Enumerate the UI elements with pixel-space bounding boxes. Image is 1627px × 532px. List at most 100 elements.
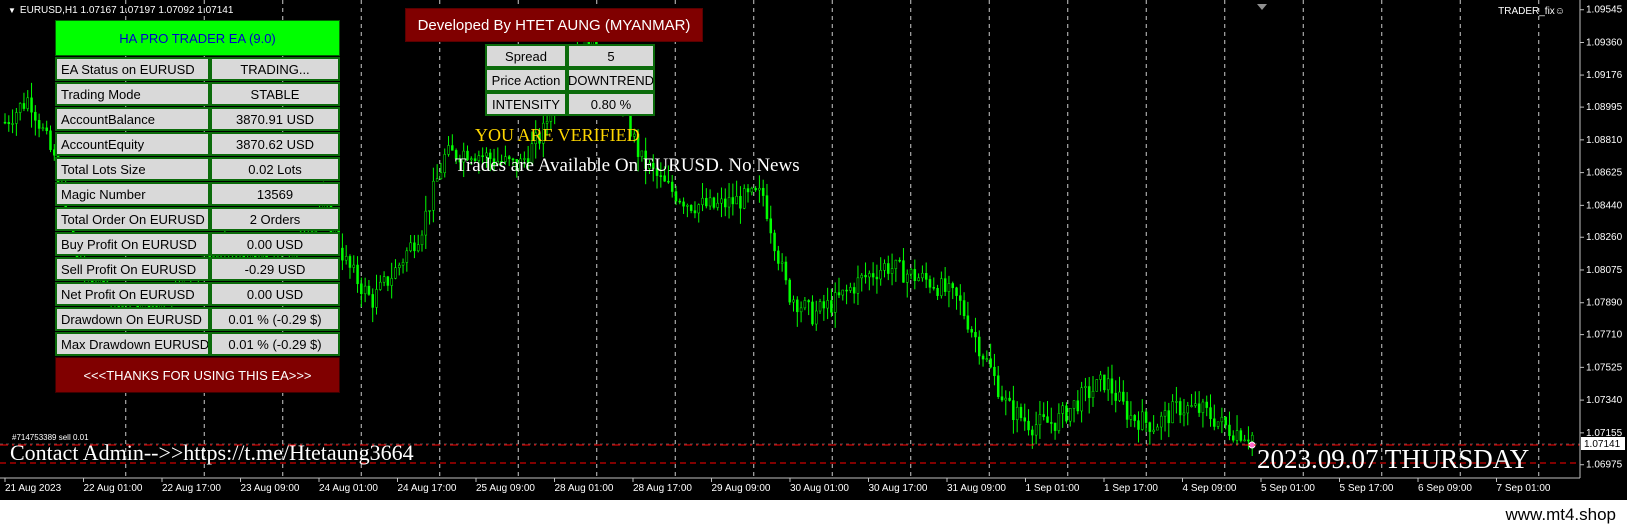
candle-body bbox=[1216, 421, 1220, 427]
candle-body bbox=[667, 180, 670, 183]
candle-body bbox=[1053, 422, 1057, 431]
candle-body bbox=[974, 331, 977, 338]
trader-fix-label: TRADER_fix☺ bbox=[1498, 6, 1565, 17]
x-tick-label: 7 Sep 01:00 bbox=[1497, 483, 1551, 494]
candle-body bbox=[845, 289, 848, 292]
candle-body bbox=[894, 259, 898, 269]
candle-body bbox=[363, 285, 367, 295]
ea-row-value: 0.01 % (-0.29 $) bbox=[210, 332, 340, 356]
y-tick-label: 1.07890 bbox=[1586, 298, 1623, 309]
spread-row: INTENSITY 0.80 % bbox=[485, 92, 655, 116]
spread-row-value: 5 bbox=[567, 44, 655, 68]
candle-body bbox=[841, 289, 845, 296]
candle-body bbox=[1110, 378, 1114, 394]
candle-body bbox=[1061, 405, 1064, 414]
candle-body bbox=[401, 262, 405, 266]
candle-body bbox=[1178, 401, 1182, 416]
candle-body bbox=[966, 315, 970, 330]
candle-body bbox=[1197, 403, 1201, 413]
x-tick-label: 29 Aug 09:00 bbox=[712, 483, 771, 494]
candle-body bbox=[1194, 403, 1197, 406]
candle-body bbox=[1080, 387, 1083, 412]
candle-body bbox=[940, 278, 943, 296]
candle-body bbox=[1167, 410, 1171, 424]
ea-row: Sell Profit On EURUSD -0.29 USD bbox=[55, 257, 340, 281]
ea-row-value: 0.00 USD bbox=[210, 232, 340, 256]
candle-body bbox=[356, 264, 359, 285]
candle-body bbox=[678, 200, 682, 203]
candle-body bbox=[818, 301, 822, 312]
x-tick-label: 22 Aug 01:00 bbox=[84, 483, 143, 494]
candle-body bbox=[420, 234, 424, 245]
ea-row-label: Magic Number bbox=[55, 182, 210, 206]
candle-body bbox=[1235, 430, 1239, 441]
candle-body bbox=[959, 295, 962, 301]
candle-body bbox=[716, 202, 719, 208]
candle-body bbox=[34, 111, 37, 121]
ea-row: Drawdown On EURUSD 0.01 % (-0.29 $) bbox=[55, 307, 340, 331]
y-tick-label: 1.09360 bbox=[1586, 37, 1623, 48]
candle-body bbox=[693, 210, 697, 214]
x-tick-label: 23 Aug 09:00 bbox=[241, 483, 300, 494]
candle-body bbox=[1144, 411, 1148, 423]
candle-body bbox=[724, 198, 727, 208]
candle-body bbox=[1186, 405, 1190, 414]
ea-row: Net Profit On EURUSD 0.00 USD bbox=[55, 282, 340, 306]
y-tick-label: 1.08440 bbox=[1586, 200, 1623, 211]
candle-body bbox=[394, 267, 397, 279]
x-tick-label: 24 Aug 01:00 bbox=[319, 483, 378, 494]
ea-title: HA PRO TRADER EA (9.0) bbox=[55, 20, 340, 56]
ea-row: Buy Profit On EURUSD 0.00 USD bbox=[55, 232, 340, 256]
candle-body bbox=[413, 242, 416, 252]
ea-rows: EA Status on EURUSD TRADING... Trading Mod… bbox=[55, 57, 340, 356]
candle-body bbox=[26, 97, 29, 109]
y-tick-label: 1.07340 bbox=[1586, 395, 1623, 406]
candle-body bbox=[837, 292, 841, 296]
candle-body bbox=[784, 261, 788, 281]
candle-body bbox=[344, 256, 348, 261]
x-tick-label: 5 Sep 17:00 bbox=[1340, 483, 1394, 494]
ea-row: AccountBalance 3870.91 USD bbox=[55, 107, 340, 131]
x-tick-label: 22 Aug 17:00 bbox=[162, 483, 221, 494]
candle-body bbox=[1042, 414, 1045, 417]
candle-body bbox=[1182, 412, 1186, 416]
ea-row-label: AccountBalance bbox=[55, 107, 210, 131]
candle-body bbox=[754, 188, 757, 191]
candle-body bbox=[917, 277, 920, 281]
candle-body bbox=[1019, 406, 1023, 418]
candle-body bbox=[1232, 435, 1235, 441]
ea-row-label: AccountEquity bbox=[55, 132, 210, 156]
x-tick-label: 5 Sep 01:00 bbox=[1261, 483, 1315, 494]
candle-body bbox=[1114, 392, 1117, 401]
candle-body bbox=[341, 247, 344, 261]
candle-body bbox=[1171, 401, 1174, 424]
candle-body bbox=[1159, 415, 1163, 428]
price-axis[interactable]: 1.09545 1.09360 1.09176 1.08995 1.08810 1.086… bbox=[1580, 5, 1623, 471]
candle-body bbox=[1038, 414, 1042, 426]
spread-row-value: DOWNTREND bbox=[567, 68, 655, 92]
candle-body bbox=[1031, 429, 1034, 436]
y-tick-label: 1.08075 bbox=[1586, 265, 1623, 276]
candle-body bbox=[868, 273, 871, 278]
candle-body bbox=[379, 281, 382, 290]
ea-row: Max Drawdown EURUSD 0.01 % (-0.29 $) bbox=[55, 332, 340, 356]
candle-body bbox=[367, 285, 371, 295]
candle-body bbox=[11, 123, 14, 125]
candle-body bbox=[1004, 397, 1008, 401]
candle-body bbox=[435, 178, 439, 182]
candle-body bbox=[1046, 416, 1049, 423]
spread-row-value: 0.80 % bbox=[567, 92, 655, 116]
candle-body bbox=[30, 97, 33, 113]
candle-body bbox=[947, 283, 951, 292]
candle-body bbox=[701, 197, 704, 205]
candle-body bbox=[871, 273, 875, 278]
candle-body bbox=[49, 130, 52, 150]
ea-row-value: 2 Orders bbox=[210, 207, 340, 231]
candle-body bbox=[739, 196, 742, 209]
candle-body bbox=[705, 197, 708, 207]
symbol-info-text: EURUSD,H1 1.07167 1.07197 1.07092 1.0714… bbox=[19, 5, 234, 16]
x-tick-label: 30 Aug 17:00 bbox=[869, 483, 928, 494]
ea-row: Total Lots Size 0.02 Lots bbox=[55, 157, 340, 181]
candle-body bbox=[545, 121, 549, 124]
dropdown-triangle-icon[interactable]: ▼ bbox=[8, 6, 16, 15]
